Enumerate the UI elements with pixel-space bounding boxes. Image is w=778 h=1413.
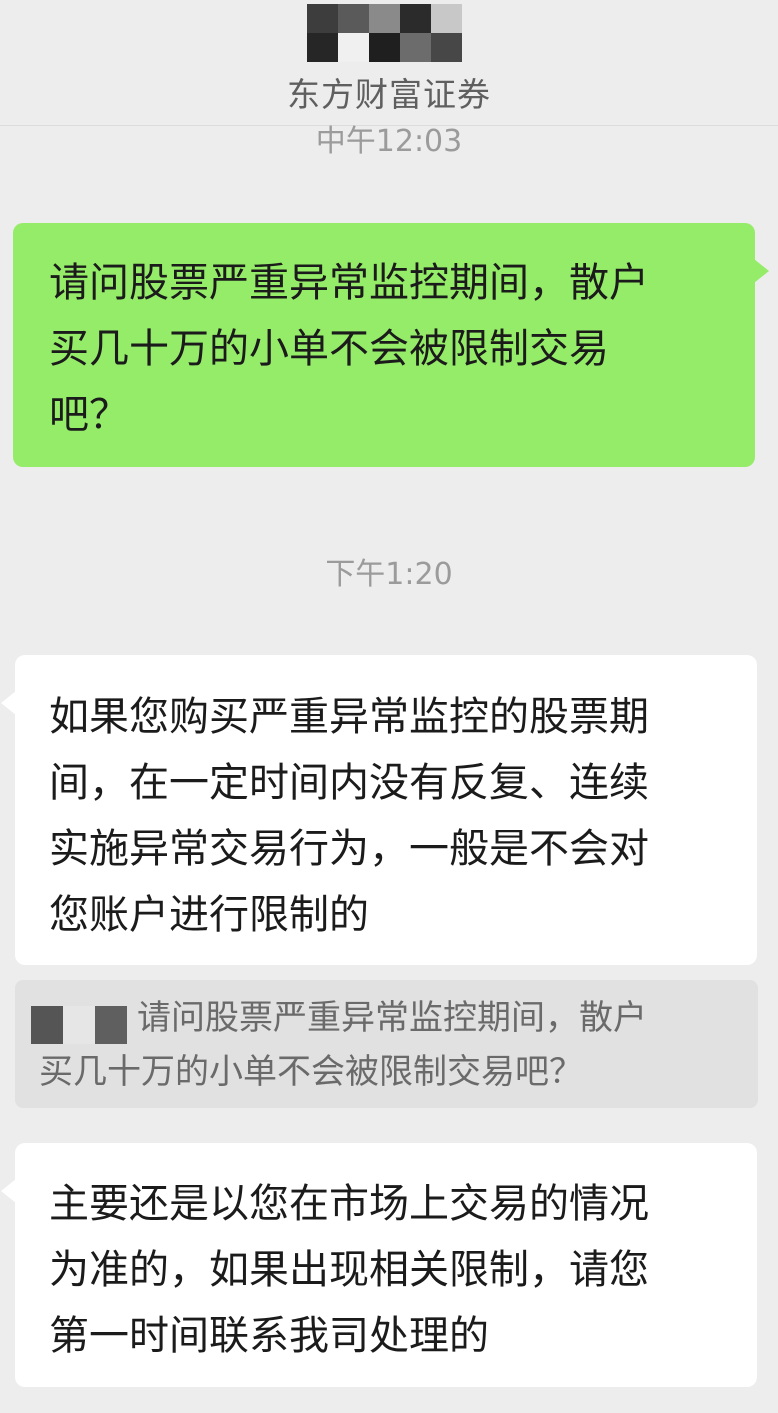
chat-header: 东方财富证券 — [0, 0, 778, 126]
bubble-tail-icon — [754, 259, 769, 283]
message-line: 吧？ — [49, 392, 129, 438]
message-line: 您账户进行限制的 — [49, 892, 369, 938]
timestamp: 中午12:03 — [315, 124, 463, 159]
message-line: 间，在一定时间内没有反复、连续 — [49, 760, 649, 806]
pixelated-quote-avatar-icon — [31, 1006, 127, 1044]
received-message-bubble[interactable]: 主要还是以您在市场上交易的情况 为准的，如果出现相关限制，请您 第一时间联系我司… — [1, 1143, 757, 1387]
pixelated-avatar-icon — [307, 4, 462, 62]
quoted-message[interactable]: 请问股票严重异常监控期间，散户 买几十万的小单不会被限制交易吧？ — [15, 980, 758, 1108]
quoted-line: 请问股票严重异常监控期间，散户 — [137, 998, 647, 1038]
bubble-tail-icon — [1, 691, 16, 715]
bubble-tail-icon — [1, 1179, 16, 1203]
message-line: 如果您购买严重异常监控的股票期 — [49, 694, 649, 740]
message-line: 请问股票严重异常监控期间，散户 — [49, 260, 649, 306]
message-line: 主要还是以您在市场上交易的情况 — [49, 1181, 649, 1227]
message-line: 实施异常交易行为，一般是不会对 — [49, 826, 649, 872]
message-line: 第一时间联系我司处理的 — [49, 1313, 489, 1359]
quoted-line: 买几十万的小单不会被限制交易吧？ — [39, 1052, 583, 1092]
sent-message-bubble[interactable]: 请问股票严重异常监控期间，散户 买几十万的小单不会被限制交易 吧？ — [13, 223, 769, 467]
timestamp: 下午1:20 — [325, 557, 453, 592]
contact-name[interactable]: 东方财富证券 — [0, 68, 778, 116]
message-line: 买几十万的小单不会被限制交易 — [49, 326, 609, 372]
message-line: 为准的，如果出现相关限制，请您 — [49, 1247, 649, 1293]
received-message-bubble[interactable]: 如果您购买严重异常监控的股票期 间，在一定时间内没有反复、连续 实施异常交易行为… — [1, 655, 757, 965]
